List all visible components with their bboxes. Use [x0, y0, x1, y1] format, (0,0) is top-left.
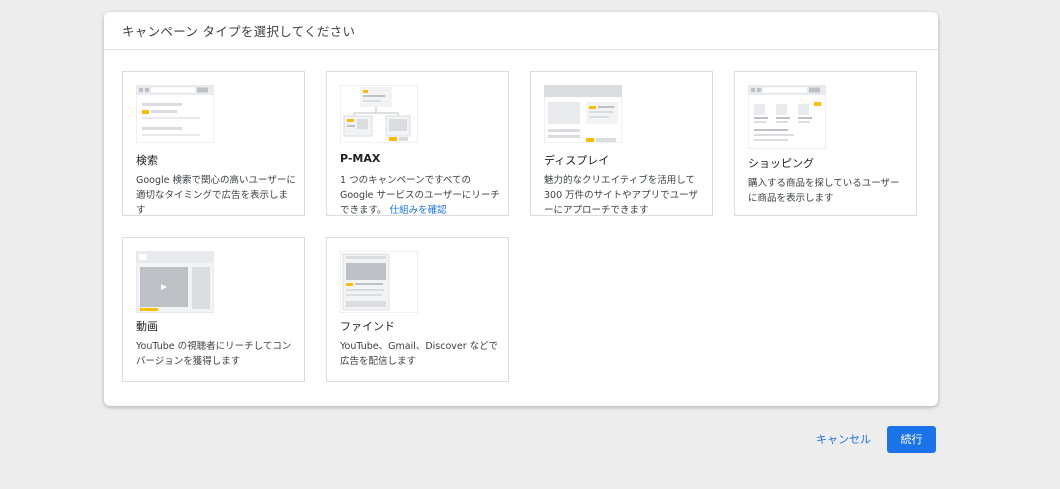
shopping-thumbnail-icon [748, 85, 826, 149]
display-thumbnail-icon [544, 85, 622, 143]
card-title: ファインド [340, 320, 395, 333]
card-description: 魅力的なクリエイティブを活用して 300 万件のサイトやアプリでユーザーにアプロ… [544, 175, 698, 216]
campaign-card-display[interactable]: ディスプレイ 魅力的なクリエイティブを活用して 300 万件のサイトやアプリでユ… [530, 71, 713, 216]
campaign-card-pmax[interactable]: P-MAX 1 つのキャンペーンですべての Google サービスのユーザーにリ… [326, 71, 509, 216]
card-title: ショッピング [748, 157, 814, 170]
card-description: YouTube、Gmail、Discover などで広告を配信します [340, 341, 498, 367]
card-title: ディスプレイ [544, 154, 610, 167]
discovery-thumbnail-icon [340, 251, 418, 313]
continue-button[interactable]: 続行 [887, 425, 936, 453]
dialog-title: キャンペーン タイプを選択してください [104, 12, 938, 50]
card-description: YouTube の視聴者にリーチしてコンバージョンを獲得します [136, 341, 292, 367]
card-description: 購入する商品を探しているユーザーに商品を表示します [748, 178, 900, 204]
search-thumbnail-icon [136, 85, 214, 143]
cancel-button[interactable]: キャンセル [812, 425, 875, 453]
pmax-thumbnail-icon [340, 85, 418, 143]
dialog-actions: キャンセル 続行 [812, 425, 936, 453]
campaign-card-search[interactable]: 検索 Google 検索で関心の高いユーザーに適切なタイミングで広告を表示します [122, 71, 305, 216]
card-description: Google 検索で関心の高いユーザーに適切なタイミングで広告を表示します [136, 175, 296, 216]
campaign-card-video[interactable]: 動画 YouTube の視聴者にリーチしてコンバージョンを獲得します [122, 237, 305, 382]
card-title: 検索 [136, 154, 158, 167]
video-thumbnail-icon [136, 251, 214, 313]
campaign-type-dialog: キャンペーン タイプを選択してください 検索 Google 検索で関心の高いユー… [104, 12, 938, 406]
campaign-card-shopping[interactable]: ショッピング 購入する商品を探しているユーザーに商品を表示します [734, 71, 917, 216]
card-title: 動画 [136, 320, 158, 333]
card-description: 1 つのキャンペーンですべての Google サービスのユーザーにリーチできます… [340, 173, 500, 218]
card-title: P-MAX [340, 152, 381, 165]
learn-more-link[interactable]: 仕組みを確認 [390, 205, 447, 216]
campaign-card-discovery[interactable]: ファインド YouTube、Gmail、Discover などで広告を配信します [326, 237, 509, 382]
